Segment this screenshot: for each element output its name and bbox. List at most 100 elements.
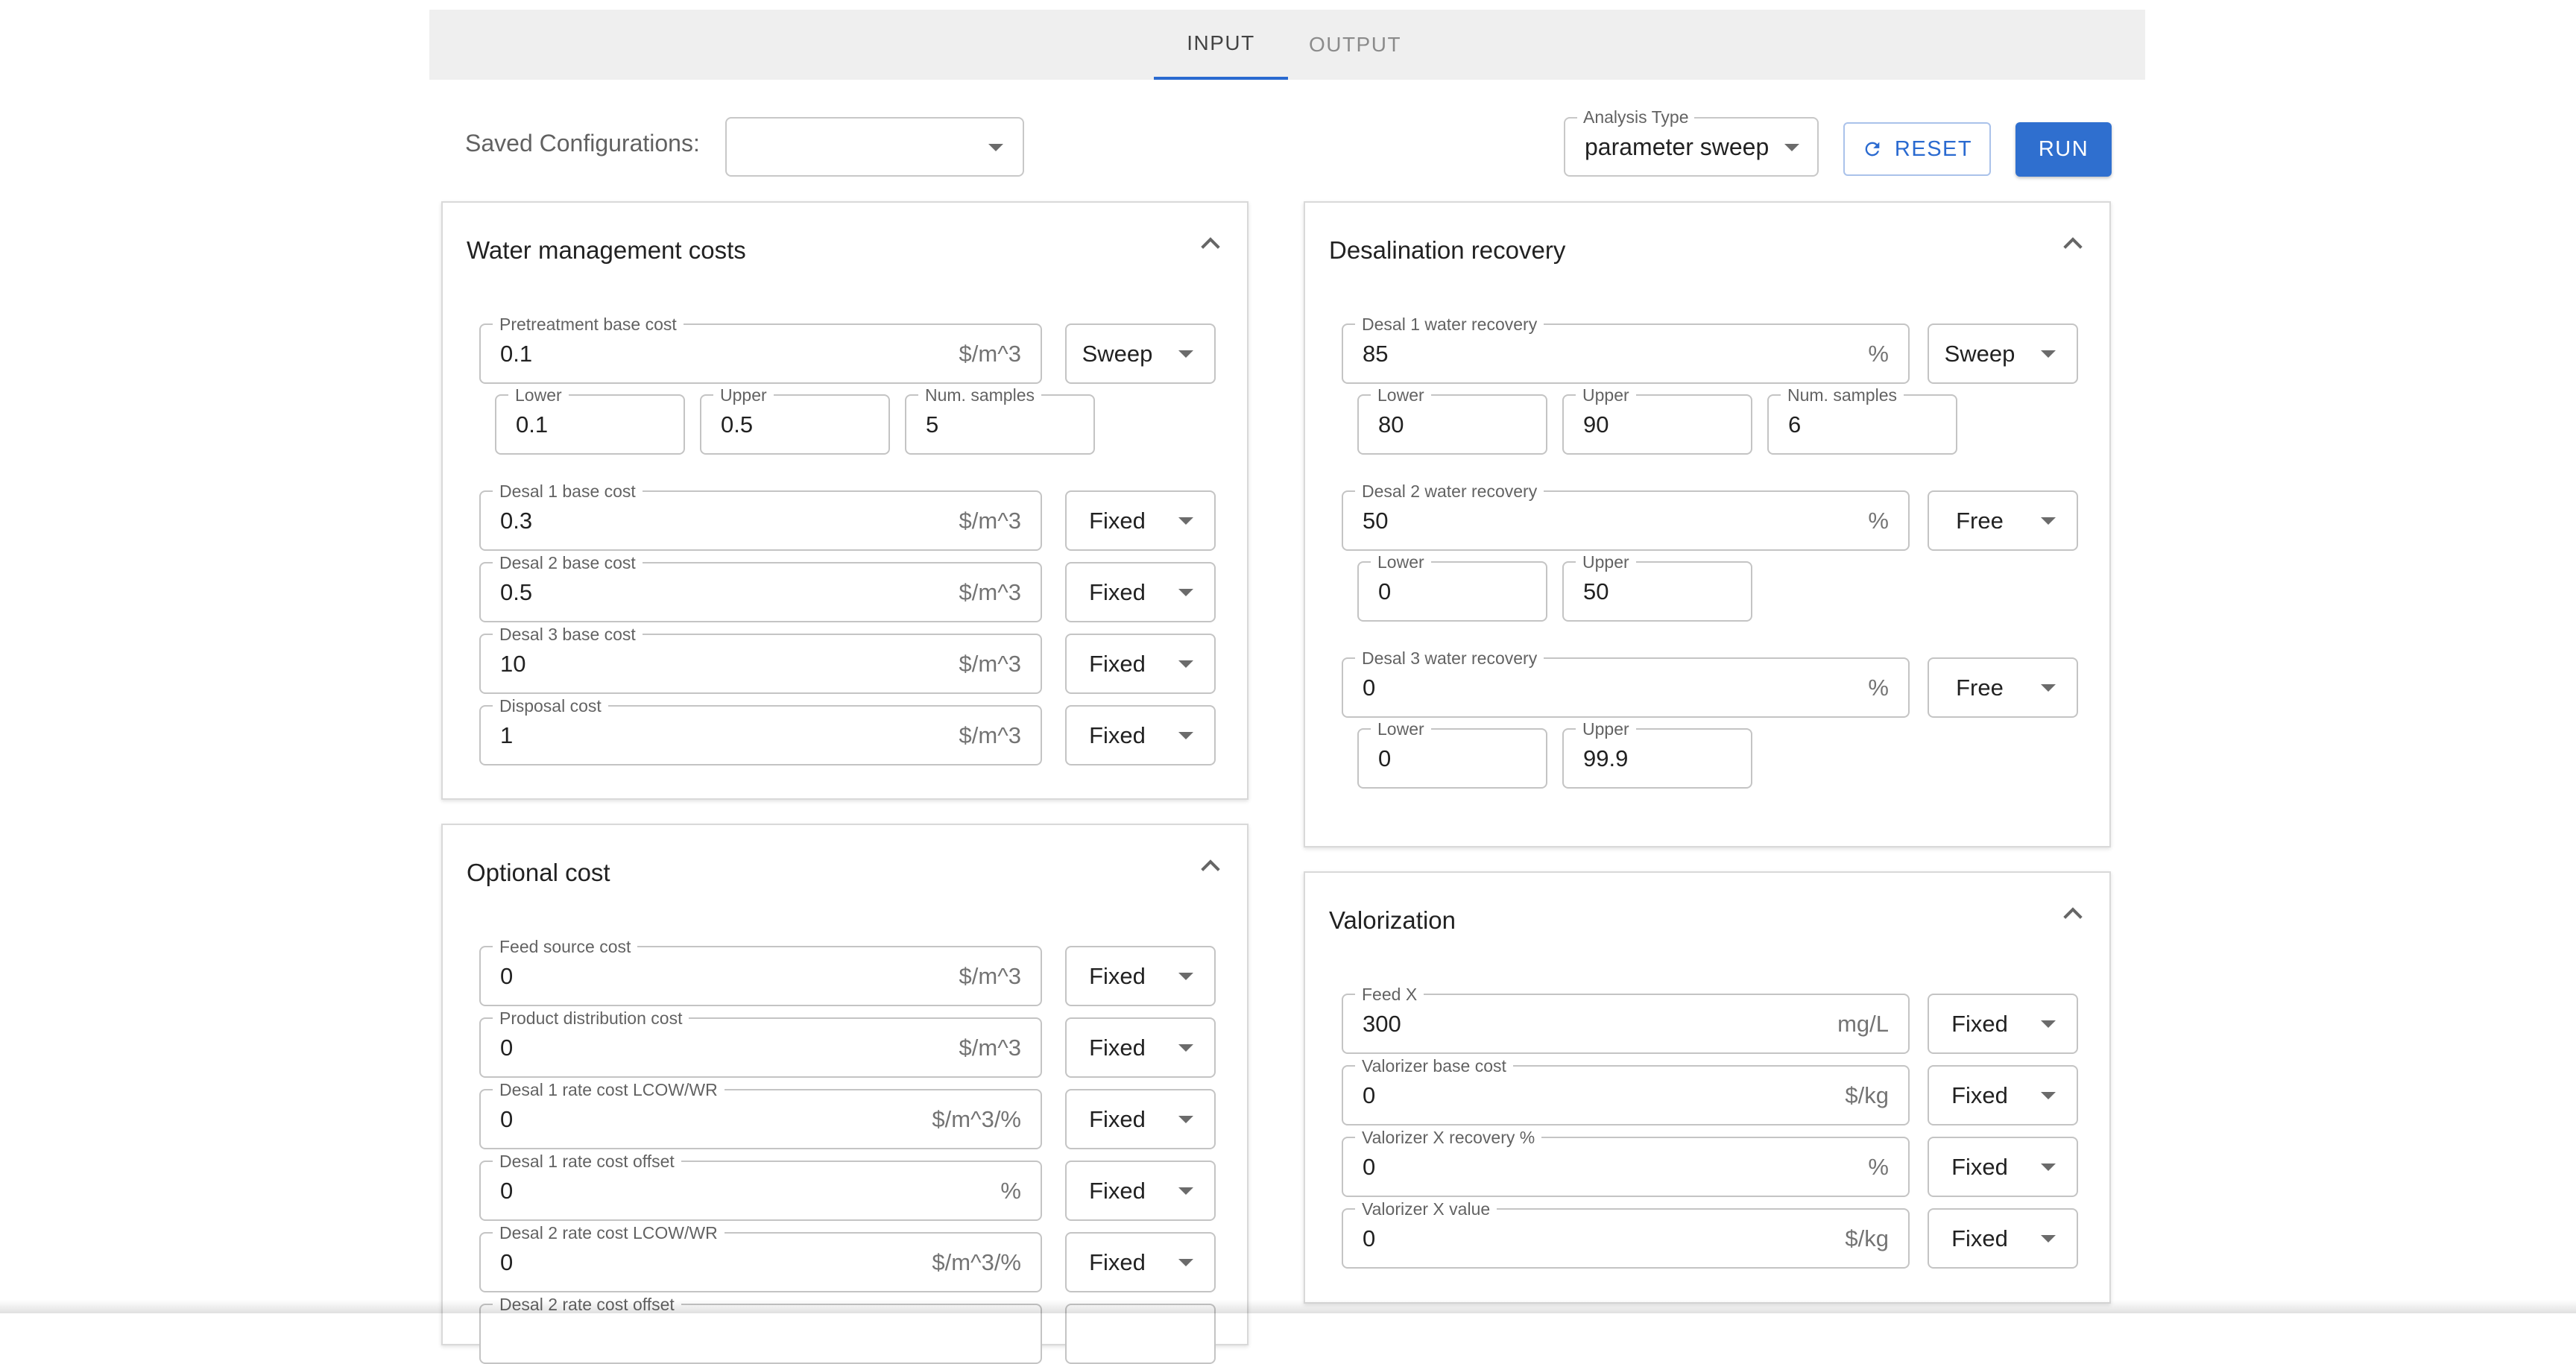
desal3-lower-field[interactable]: Lower 0 — [1357, 719, 1547, 789]
tab-output[interactable]: OUTPUT — [1288, 10, 1422, 80]
field-label: Product distribution cost — [493, 1008, 689, 1028]
field-value: 85 — [1363, 340, 1389, 367]
field-value: 6 — [1788, 411, 1802, 438]
desalination-recovery-panel: Desalination recovery Desal 1 water reco… — [1304, 201, 2111, 847]
pretreatment-mode-select[interactable]: Sweep — [1065, 323, 1216, 384]
reset-button[interactable]: RESET — [1843, 122, 1991, 176]
field-unit: $/m^3 — [959, 962, 1021, 989]
desal2-recovery-mode-select[interactable]: Free — [1928, 490, 2078, 551]
desal1-rate-cost-field[interactable]: Desal 1 rate cost LCOW/WR 0 $/m^3/% — [479, 1080, 1042, 1149]
field-label: Desal 3 water recovery — [1355, 648, 1544, 668]
desal1-cost-mode-select[interactable]: Fixed — [1065, 490, 1216, 551]
field-unit: mg/L — [1837, 1010, 1889, 1037]
saved-configurations-label: Saved Configurations: — [465, 130, 700, 157]
panel-title: Optional cost — [467, 859, 610, 886]
mode-value: Fixed — [1089, 722, 1146, 748]
mode-value: Fixed — [1089, 1034, 1146, 1061]
caret-down-icon — [2041, 1235, 2056, 1243]
field-unit: $/m^3 — [959, 578, 1021, 605]
chevron-up-icon[interactable] — [2063, 907, 2083, 926]
field-label: Valorizer X recovery % — [1355, 1128, 1542, 1147]
field-unit: $/m^3 — [959, 722, 1021, 748]
desal3-upper-field[interactable]: Upper 99.9 — [1562, 719, 1752, 789]
caret-down-icon — [1178, 1116, 1193, 1123]
feed-x-field[interactable]: Feed X 300 mg/L — [1342, 985, 1910, 1054]
field-label: Valorizer base cost — [1355, 1056, 1513, 1076]
chevron-up-icon[interactable] — [1201, 859, 1220, 879]
valorizer-base-mode-select[interactable]: Fixed — [1928, 1065, 2078, 1125]
field-unit: $/m^3 — [959, 507, 1021, 534]
desal1-cost-field[interactable]: Desal 1 base cost 0.3 $/m^3 — [479, 481, 1042, 551]
field-value: 0 — [500, 1105, 514, 1132]
tab-input[interactable]: INPUT — [1154, 10, 1288, 80]
field-unit: $/m^3 — [959, 340, 1021, 367]
mode-value: Fixed — [1951, 1082, 2008, 1108]
analysis-type-select[interactable]: Analysis Type parameter sweep — [1564, 107, 1819, 177]
reset-button-label: RESET — [1894, 136, 1973, 161]
valorizer-value-field[interactable]: Valorizer X value 0 $/kg — [1342, 1199, 1910, 1269]
field-value: 10 — [500, 650, 526, 677]
product-distribution-cost-field[interactable]: Product distribution cost 0 $/m^3 — [479, 1008, 1042, 1078]
caret-down-icon — [1178, 973, 1193, 980]
desal1-samples-field[interactable]: Num. samples 6 — [1767, 385, 1957, 455]
mode-value: Sweep — [1944, 340, 2015, 367]
field-value: 0 — [1363, 1153, 1376, 1180]
chevron-up-icon[interactable] — [2063, 237, 2083, 256]
saved-configurations-select[interactable] — [725, 117, 1024, 177]
pretreatment-cost-field[interactable]: Pretreatment base cost 0.1 $/m^3 — [479, 315, 1042, 384]
valorizer-base-cost-field[interactable]: Valorizer base cost 0 $/kg — [1342, 1056, 1910, 1125]
desal2-rate-cost-field[interactable]: Desal 2 rate cost LCOW/WR 0 $/m^3/% — [479, 1223, 1042, 1292]
valorizer-recovery-field[interactable]: Valorizer X recovery % 0 % — [1342, 1128, 1910, 1197]
feed-x-mode-select[interactable]: Fixed — [1928, 994, 2078, 1054]
mode-value: Fixed — [1089, 1177, 1146, 1204]
desal1-rate-mode-select[interactable]: Fixed — [1065, 1089, 1216, 1149]
desal2-cost-mode-select[interactable]: Fixed — [1065, 562, 1216, 622]
desal1-rate-offset-field[interactable]: Desal 1 rate cost offset 0 % — [479, 1152, 1042, 1221]
field-value: 0 — [500, 1248, 514, 1275]
product-distribution-mode-select[interactable]: Fixed — [1065, 1017, 1216, 1078]
caret-down-icon — [2041, 684, 2056, 692]
pretreatment-upper-field[interactable]: Upper 0.5 — [700, 385, 890, 455]
desal1-recovery-mode-select[interactable]: Sweep — [1928, 323, 2078, 384]
panel-title: Valorization — [1329, 906, 1456, 934]
analysis-type-value: parameter sweep — [1585, 133, 1770, 160]
desal1-recovery-field[interactable]: Desal 1 water recovery 85 % — [1342, 315, 1910, 384]
field-unit: $/kg — [1845, 1225, 1889, 1251]
desal3-recovery-field[interactable]: Desal 3 water recovery 0 % — [1342, 648, 1910, 718]
pretreatment-lower-field[interactable]: Lower 0.1 — [495, 385, 685, 455]
field-value: 0.1 — [516, 411, 549, 438]
mode-value: Fixed — [1089, 650, 1146, 677]
feed-source-cost-field[interactable]: Feed source cost 0 $/m^3 — [479, 937, 1042, 1006]
caret-down-icon — [988, 144, 1003, 151]
caret-down-icon — [1178, 660, 1193, 668]
field-unit: $/m^3/% — [932, 1105, 1021, 1132]
desal2-rate-mode-select[interactable]: Fixed — [1065, 1232, 1216, 1292]
run-button[interactable]: RUN — [2015, 122, 2112, 177]
desal3-cost-mode-select[interactable]: Fixed — [1065, 634, 1216, 694]
disposal-cost-field[interactable]: Disposal cost 1 $/m^3 — [479, 696, 1042, 765]
desal2-upper-field[interactable]: Upper 50 — [1562, 552, 1752, 622]
mode-value: Fixed — [1089, 962, 1146, 989]
desal3-cost-field[interactable]: Desal 3 base cost 10 $/m^3 — [479, 625, 1042, 694]
panel-title: Water management costs — [467, 236, 746, 264]
desal2-lower-field[interactable]: Lower 0 — [1357, 552, 1547, 622]
disposal-cost-mode-select[interactable]: Fixed — [1065, 705, 1216, 765]
caret-down-icon — [2041, 1163, 2056, 1171]
mode-value: Free — [1956, 507, 2004, 534]
valorizer-value-mode-select[interactable]: Fixed — [1928, 1208, 2078, 1269]
caret-down-icon — [1784, 144, 1799, 151]
desal2-recovery-field[interactable]: Desal 2 water recovery 50 % — [1342, 481, 1910, 551]
mode-value: Sweep — [1082, 340, 1153, 367]
field-value: 50 — [1363, 507, 1389, 534]
pretreatment-samples-field[interactable]: Num. samples 5 — [905, 385, 1095, 455]
feed-source-mode-select[interactable]: Fixed — [1065, 946, 1216, 1006]
chevron-up-icon[interactable] — [1201, 237, 1220, 256]
desal1-upper-field[interactable]: Upper 90 — [1562, 385, 1752, 455]
desal1-offset-mode-select[interactable]: Fixed — [1065, 1161, 1216, 1221]
desal1-lower-field[interactable]: Lower 80 — [1357, 385, 1547, 455]
desal3-recovery-mode-select[interactable]: Free — [1928, 657, 2078, 718]
valorizer-recovery-mode-select[interactable]: Fixed — [1928, 1137, 2078, 1197]
field-label: Desal 1 rate cost offset — [493, 1152, 681, 1171]
desal2-cost-field[interactable]: Desal 2 base cost 0.5 $/m^3 — [479, 553, 1042, 622]
caret-down-icon — [1178, 1259, 1193, 1266]
